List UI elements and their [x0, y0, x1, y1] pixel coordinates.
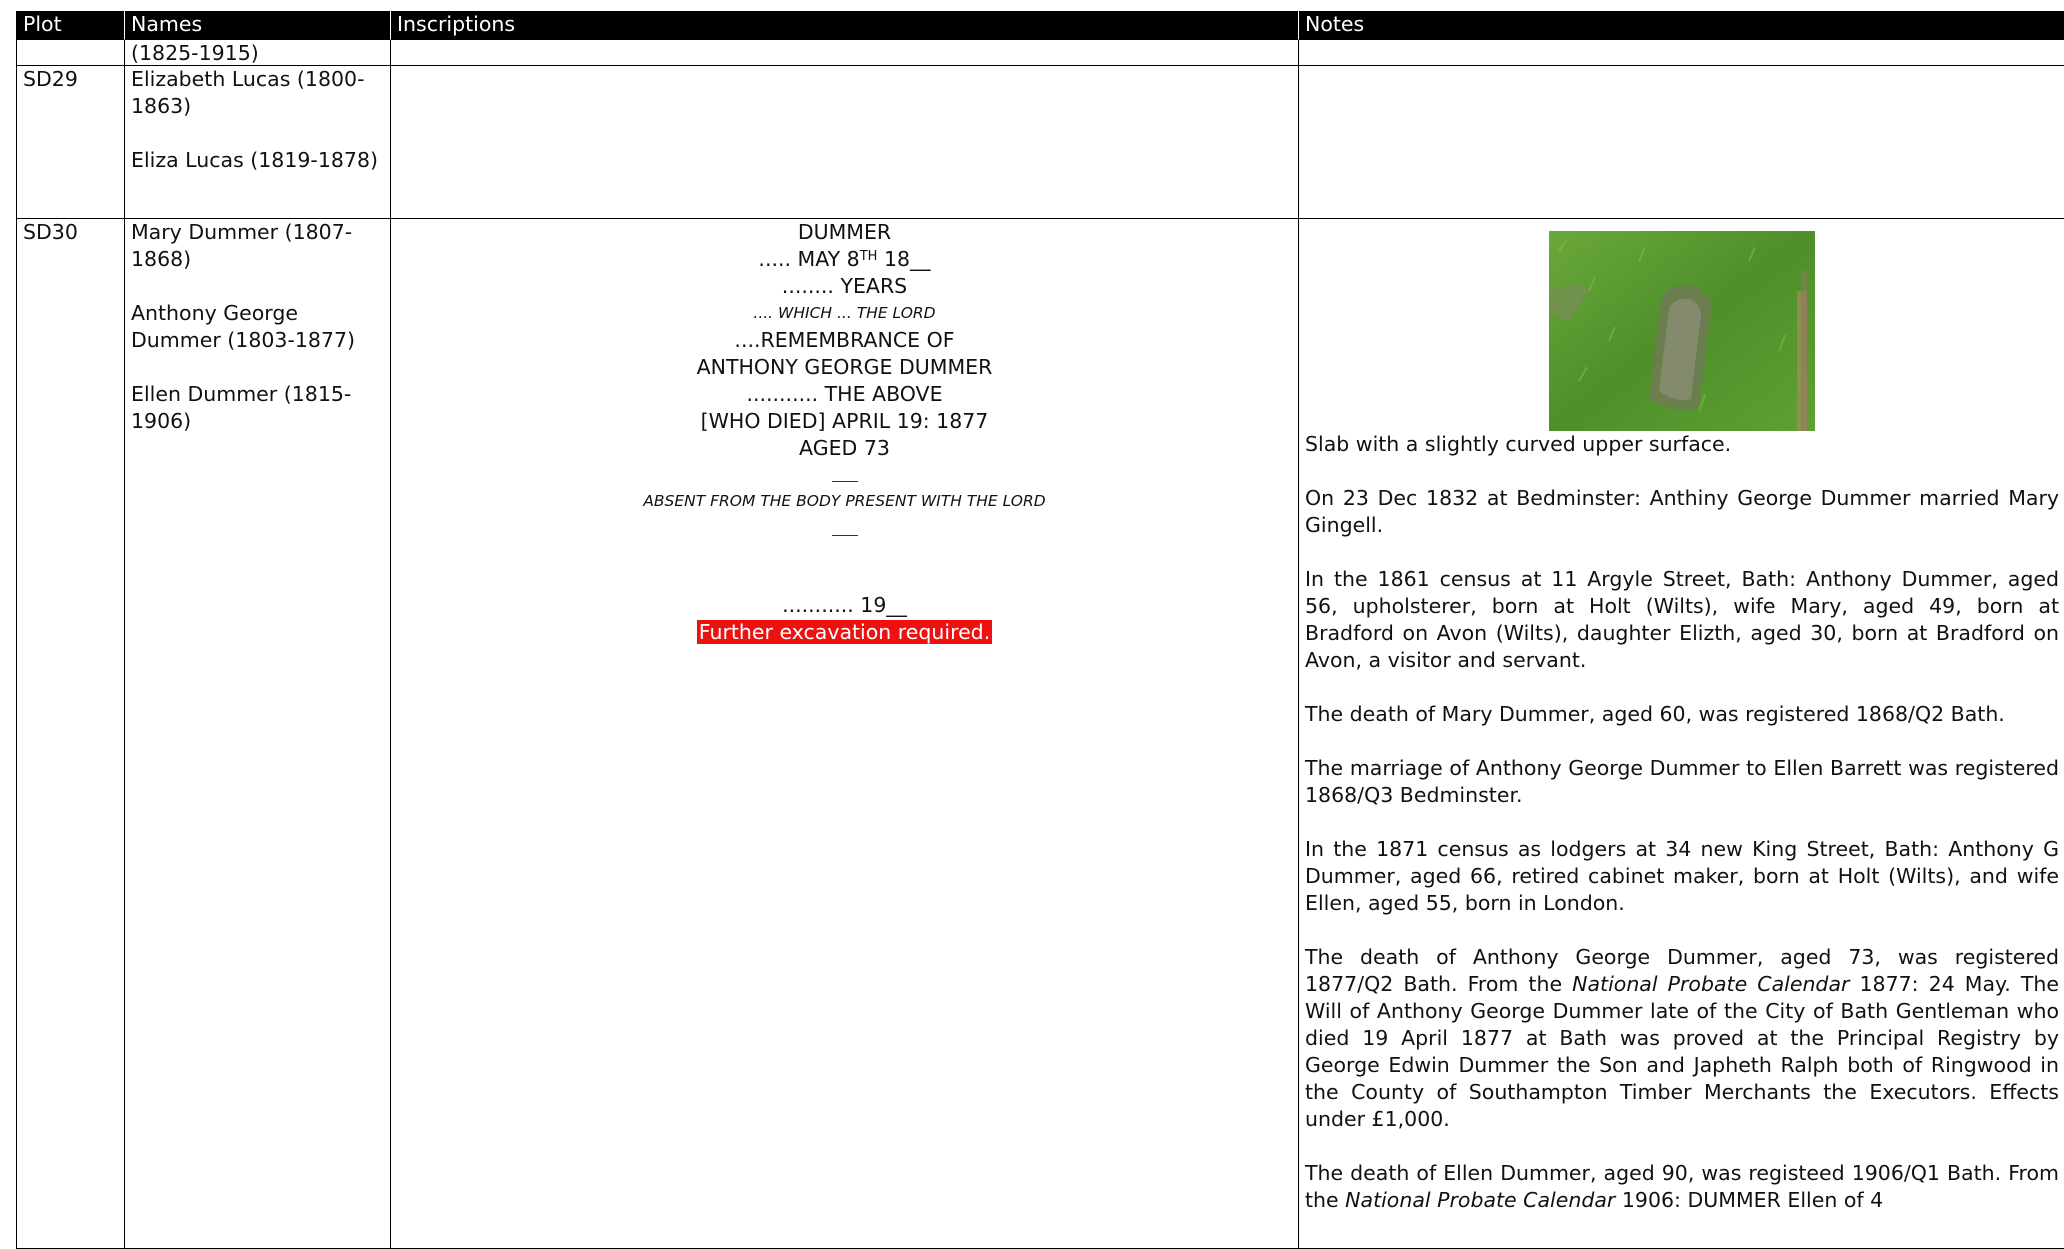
- table-header-row: Plot Names Inscriptions Notes: [16, 11, 2064, 40]
- notes-paragraph: The marriage of Anthony George Dummer to…: [1305, 756, 2059, 807]
- inscriptions-cell: DUMMER ..... MAY 8TH 18__ ........ YEARS…: [391, 219, 1299, 1249]
- header-notes: Notes: [1299, 11, 2064, 40]
- header-plot: Plot: [17, 11, 125, 40]
- inscription-divider: [397, 516, 1292, 542]
- name-entry: (1825-1915): [131, 41, 259, 65]
- header-inscriptions: Inscriptions: [391, 11, 1299, 40]
- notes-cell: [1299, 40, 2064, 66]
- notes-cell: Slab with a slightly curved upper surfac…: [1299, 219, 2064, 1249]
- name-entry: Eliza Lucas (1819-1878): [131, 148, 379, 172]
- notes-paragraph: On 23 Dec 1832 at Bedminster: Anthiny Ge…: [1305, 486, 2059, 537]
- notes-paragraph: The death of Anthony George Dummer, aged…: [1305, 945, 2059, 1131]
- inscription-divider: [397, 462, 1292, 486]
- notes-paragraph: In the 1861 census at 11 Argyle Street, …: [1305, 567, 2059, 672]
- table-row-sd30: SD30 Mary Dummer (1807-1868) Anthony Geo…: [16, 219, 2064, 1249]
- inscription-line: [WHO DIED] APRIL 19: 1877: [700, 409, 989, 433]
- inscription-line: ANTHONY GEORGE DUMMER: [696, 355, 993, 379]
- inscriptions-cell: [391, 40, 1299, 66]
- name-entry: Elizabeth Lucas (1800-1863): [131, 67, 365, 118]
- inscription-line: ........... 19__: [782, 593, 907, 617]
- notes-paragraph: In the 1871 census as lodgers at 34 new …: [1305, 837, 2059, 915]
- header-names: Names: [125, 11, 391, 40]
- inscription-line: ........... THE ABOVE: [746, 382, 943, 406]
- inscription-line: .... WHICH ... THE LORD: [753, 304, 936, 322]
- inscriptions-cell: [391, 66, 1299, 219]
- excavation-alert: Further excavation required.: [696, 620, 993, 644]
- notes-paragraph: The death of Mary Dummer, aged 60, was r…: [1305, 702, 2005, 726]
- inscription-line: DUMMER: [797, 220, 892, 244]
- name-entry: Mary Dummer (1807-1868): [131, 220, 353, 271]
- name-entry: Anthony George Dummer (1803-1877): [131, 301, 356, 352]
- notes-paragraph: Slab with a slightly curved upper surfac…: [1305, 432, 1732, 456]
- inscription-line: ABSENT FROM THE BODY PRESENT WITH THE LO…: [643, 492, 1046, 510]
- name-entry: Ellen Dummer (1815-1906): [131, 382, 352, 433]
- plot-cell: [17, 40, 125, 66]
- notes-cell: [1299, 66, 2064, 219]
- plot-cell: SD30: [17, 219, 125, 1249]
- plot-cell: SD29: [17, 66, 125, 219]
- burial-register-table: Plot Names Inscriptions Notes (1825-1915…: [16, 11, 2064, 1249]
- inscription-line: ..... MAY 8TH 18__: [758, 247, 931, 271]
- names-cell: (1825-1915): [125, 40, 391, 66]
- table-row: (1825-1915): [16, 40, 2064, 66]
- inscription-line: ....REMEMBRANCE OF: [734, 328, 955, 352]
- inscription-line: AGED 73: [799, 436, 890, 460]
- notes-paragraph: The death of Ellen Dummer, aged 90, was …: [1305, 1161, 2059, 1212]
- inscription-note: Further excavation required.: [397, 619, 1292, 646]
- inscription-line: ........ YEARS: [781, 274, 908, 298]
- names-cell: Elizabeth Lucas (1800-1863) Eliza Lucas …: [125, 66, 391, 219]
- table-row-sd29: SD29 Elizabeth Lucas (1800-1863) Eliza L…: [16, 66, 2064, 219]
- names-cell: Mary Dummer (1807-1868) Anthony George D…: [125, 219, 391, 1249]
- grave-slab-photo: [1549, 231, 1815, 431]
